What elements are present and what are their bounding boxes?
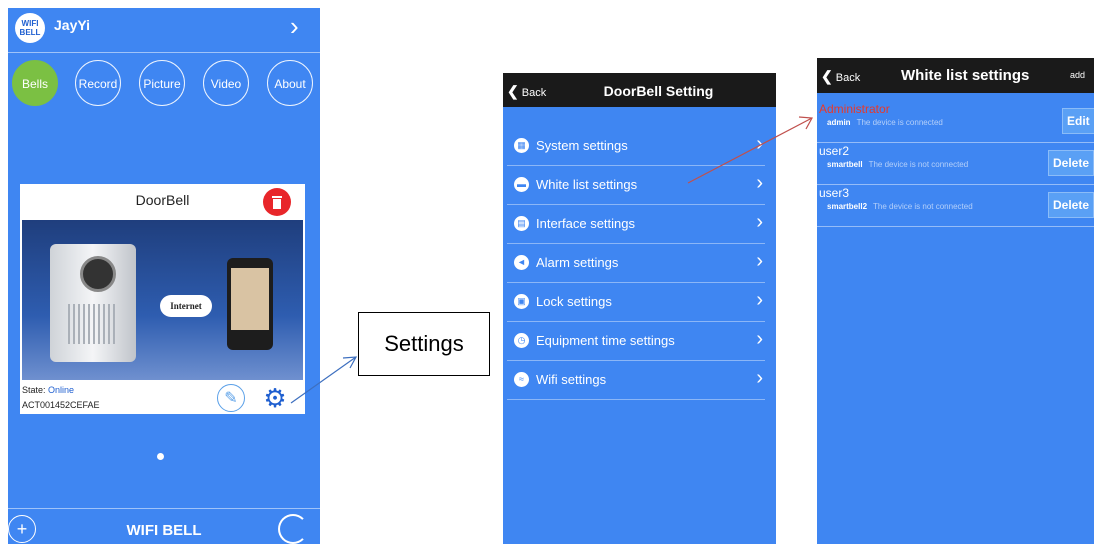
red-arrow: [687, 116, 813, 184]
annotation-arrows: [290, 116, 813, 404]
blue-arrow: [290, 356, 358, 404]
